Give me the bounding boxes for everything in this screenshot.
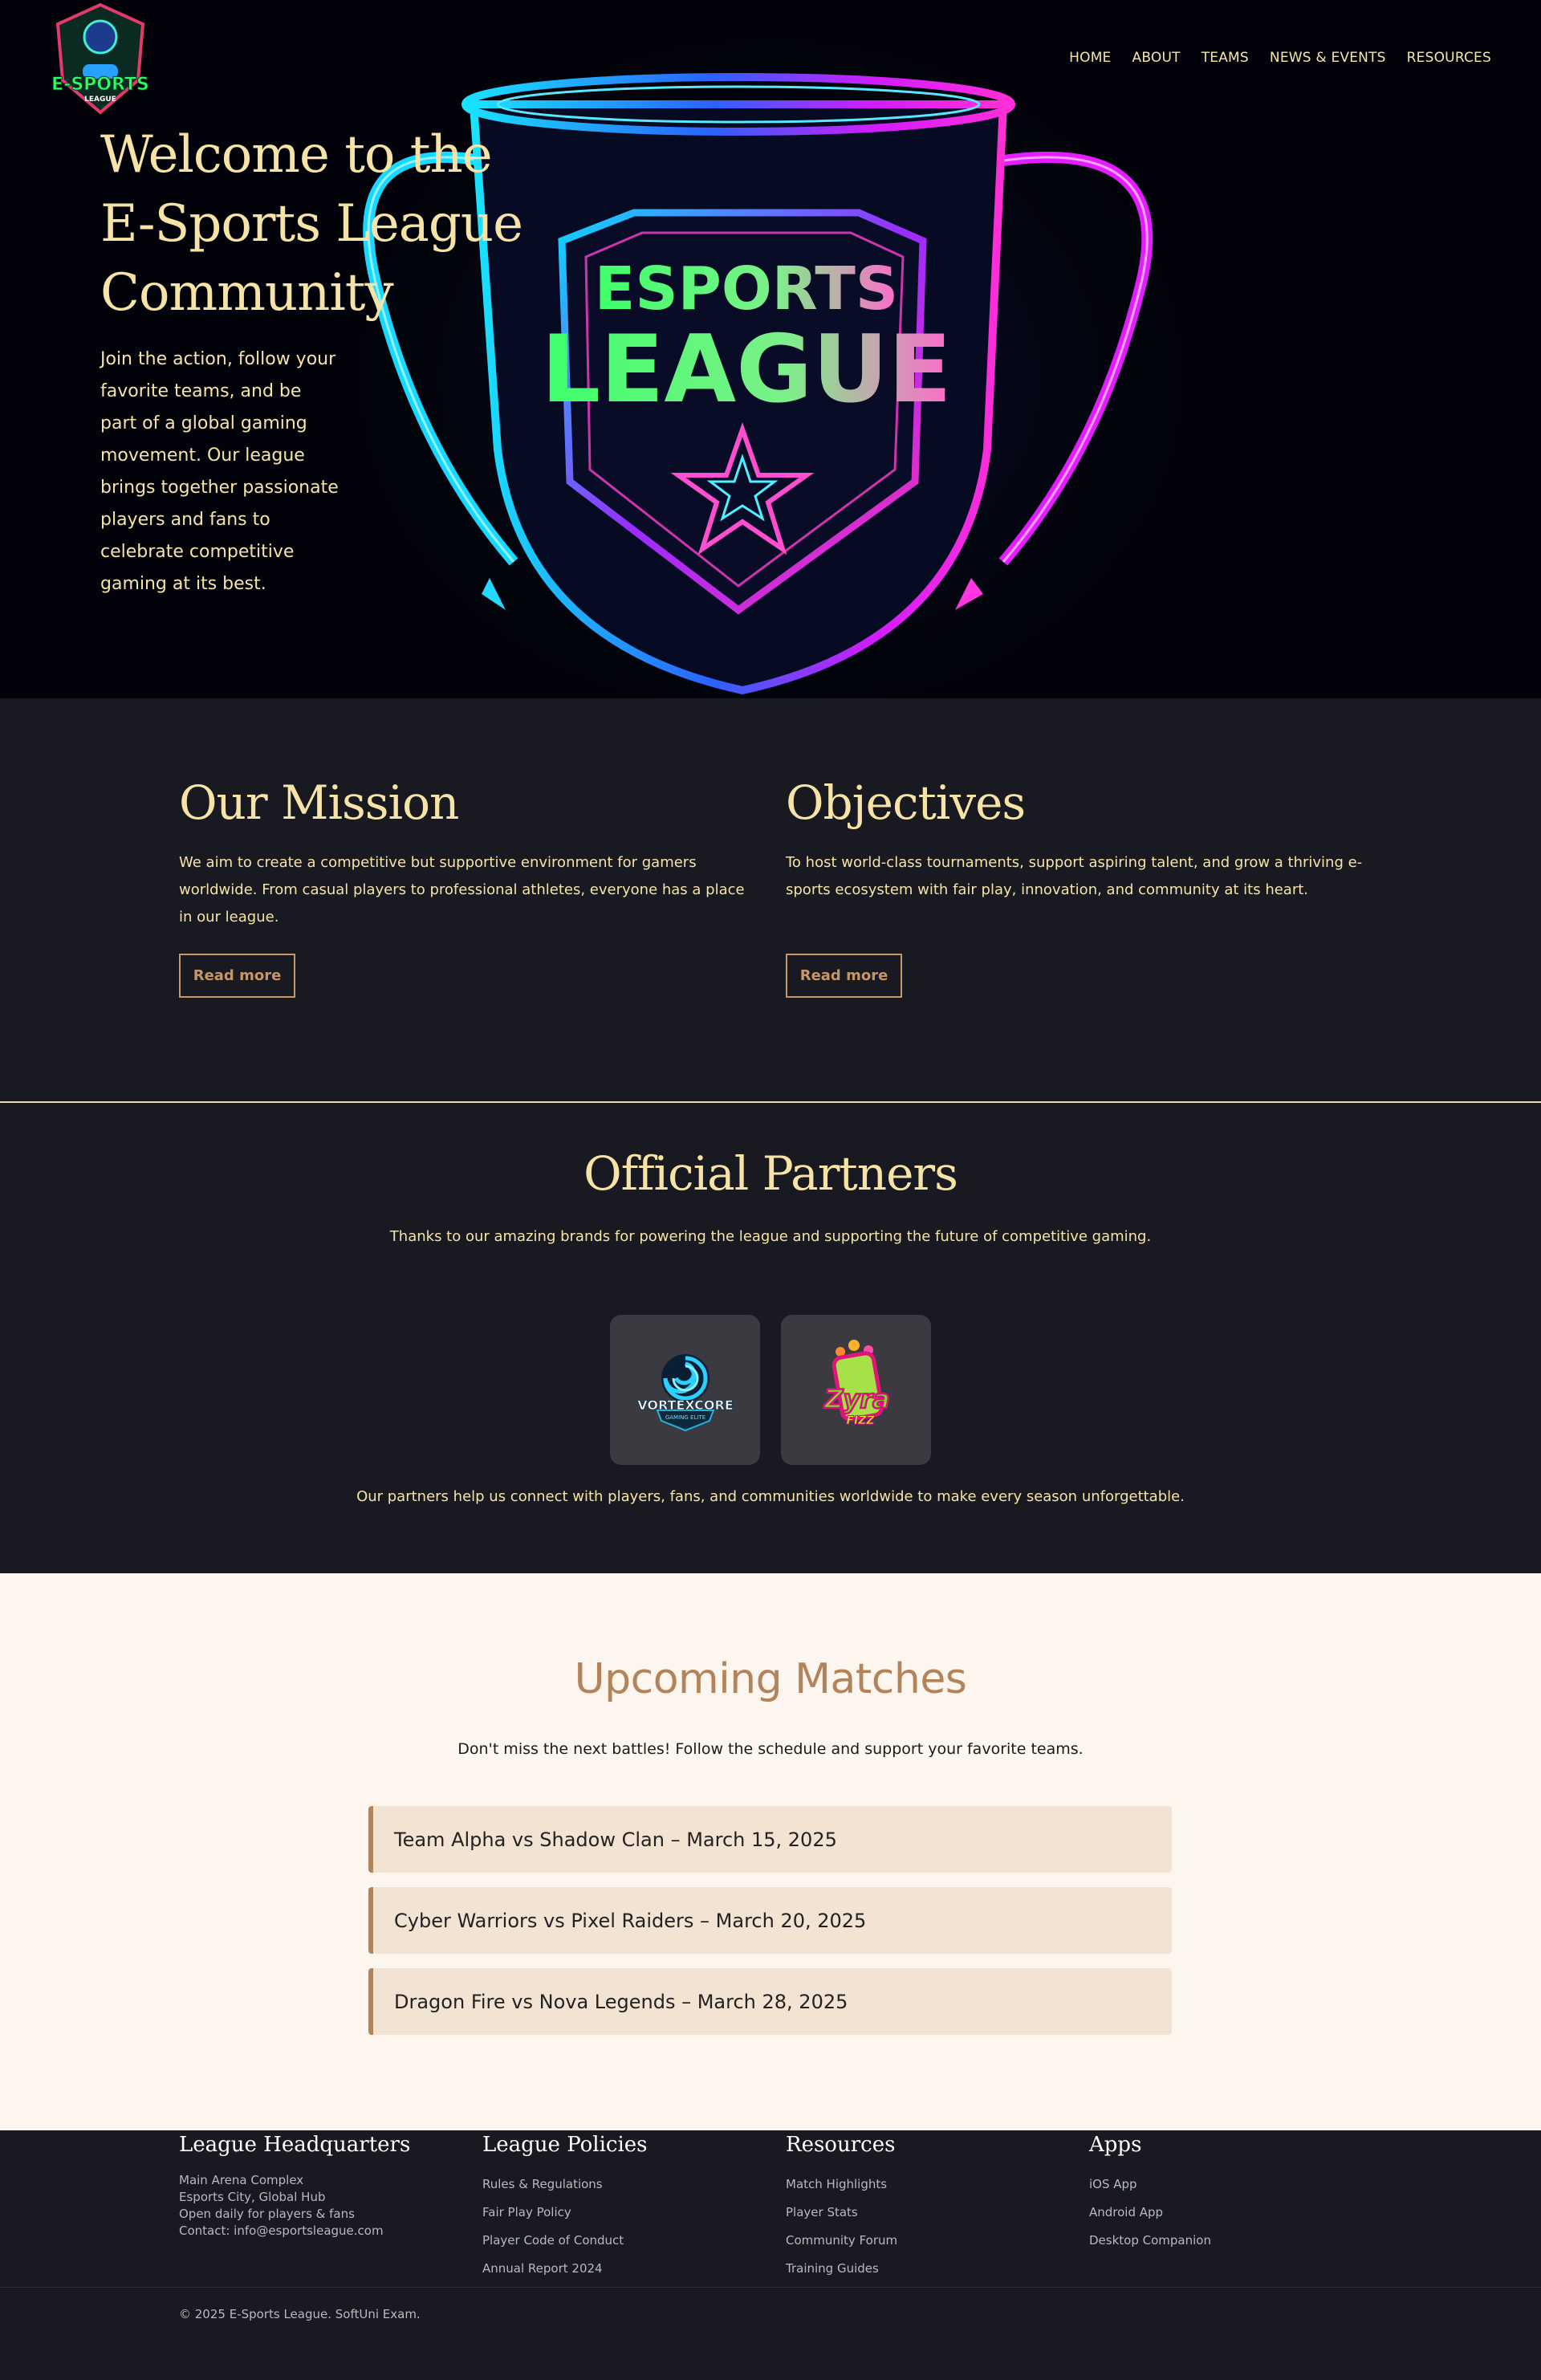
logo-subtext: LEAGUE <box>84 96 116 104</box>
partners-section: Official Partners Thanks to our amazing … <box>0 1103 1541 1573</box>
partners-subtitle: Thanks to our amazing brands for powerin… <box>389 1228 1152 1245</box>
footer-link[interactable]: Fair Play Policy <box>482 2199 747 2227</box>
footer-link[interactable]: Match Highlights <box>786 2170 1051 2199</box>
matches-section: Upcoming Matches Don't miss the next bat… <box>0 1573 1541 2130</box>
vortex-logo: VORTEXCORE GAMING ELITE <box>636 1353 734 1431</box>
footer-link[interactable]: Training Guides <box>786 2255 1051 2283</box>
match-item[interactable]: Team Alpha vs Shadow Clan – March 15, 20… <box>368 1806 1172 1873</box>
footer-link[interactable]: Player Code of Conduct <box>482 2227 747 2255</box>
objectives-read-more-button[interactable]: Read more <box>786 954 902 998</box>
mission-section: Our Mission We aim to create a competiti… <box>0 698 1541 1101</box>
objectives-title: Objectives <box>786 775 1026 830</box>
site-footer: League Headquarters Main Arena Complex E… <box>0 2130 1541 2380</box>
hero-section: ESPORTS LEAGUE E-SPORTS LEAGUE HOME ABOU… <box>0 0 1541 698</box>
match-item[interactable]: Dragon Fire vs Nova Legends – March 28, … <box>368 1968 1172 2035</box>
nav-news-events[interactable]: NEWS & EVENTS <box>1270 50 1386 66</box>
footer-hq-line: Open daily for players & fans <box>179 2207 355 2221</box>
footer-link[interactable]: Android App <box>1089 2199 1354 2227</box>
partner-card-vortexcore[interactable]: VORTEXCORE GAMING ELITE <box>610 1315 760 1465</box>
footer-policies-title: League Policies <box>482 2133 648 2157</box>
footer-apps: Apps iOS App Android App Desktop Compani… <box>1089 2130 1354 2255</box>
mission-title: Our Mission <box>179 775 459 830</box>
footer-hq-line: Main Arena Complex <box>179 2173 304 2187</box>
footer-hq-title: League Headquarters <box>179 2133 411 2157</box>
hero-text: Join the action, follow your favorite te… <box>100 349 339 594</box>
logo-text: E-SPORTS <box>51 75 149 95</box>
gamer-mascot-logo[interactable]: E-SPORTS LEAGUE <box>48 0 152 116</box>
footer-divider <box>0 2287 1541 2288</box>
partners-title: Official Partners <box>583 1146 958 1201</box>
hero-title: Welcome to the E-Sports League Community <box>100 125 523 323</box>
mission-text: We aim to create a competitive but suppo… <box>179 854 745 926</box>
main-nav: HOME ABOUT TEAMS NEWS & EVENTS RESOURCES <box>1069 50 1491 66</box>
soda-can-logo: Zyra FIZZ <box>823 1339 890 1427</box>
mission-read-more-button[interactable]: Read more <box>179 954 295 998</box>
partner-tagline-vortexcore: GAMING ELITE <box>665 1414 705 1421</box>
footer-link[interactable]: Annual Report 2024 <box>482 2255 747 2283</box>
footer-apps-title: Apps <box>1089 2133 1142 2157</box>
footer-hq: League Headquarters Main Arena Complex E… <box>179 2130 444 2240</box>
footer-hq-line: Esports City, Global Hub <box>179 2190 326 2204</box>
nav-about[interactable]: ABOUT <box>1132 50 1181 66</box>
footer-resources: Resources Match Highlights Player Stats … <box>786 2130 1051 2283</box>
footer-link[interactable]: iOS App <box>1089 2170 1354 2199</box>
match-item[interactable]: Cyber Warriors vs Pixel Raiders – March … <box>368 1887 1172 1954</box>
matches-title: Upcoming Matches <box>574 1655 967 1703</box>
trophy-art-top: ESPORTS <box>595 254 898 323</box>
partner-tagline-zyra: FIZZ <box>846 1414 875 1427</box>
mission-column: Our Mission We aim to create a competiti… <box>179 777 757 931</box>
nav-teams[interactable]: TEAMS <box>1201 50 1249 66</box>
partner-name-zyra: Zyra <box>823 1384 889 1414</box>
partner-card-zyra[interactable]: Zyra FIZZ <box>781 1315 931 1465</box>
footer-link[interactable]: Desktop Companion <box>1089 2227 1354 2255</box>
footer-link[interactable]: Community Forum <box>786 2227 1051 2255</box>
objectives-column: Objectives To host world-class tournamen… <box>786 777 1364 904</box>
partners-note: Our partners help us connect with player… <box>356 1488 1185 1505</box>
objectives-text: To host world-class tournaments, support… <box>786 854 1363 898</box>
nav-resources[interactable]: RESOURCES <box>1407 50 1491 66</box>
matches-subtitle: Don't miss the next battles! Follow the … <box>457 1740 1084 1758</box>
partner-name-vortexcore: VORTEXCORE <box>637 1397 734 1413</box>
footer-copyright: © 2025 E-Sports League. SoftUni Exam. <box>179 2307 421 2321</box>
footer-resources-title: Resources <box>786 2133 896 2157</box>
footer-link[interactable]: Rules & Regulations <box>482 2170 747 2199</box>
footer-policies: League Policies Rules & Regulations Fair… <box>482 2130 747 2283</box>
footer-link[interactable]: Player Stats <box>786 2199 1051 2227</box>
footer-hq-line: Contact: info@esportsleague.com <box>179 2223 384 2238</box>
trophy-art-bottom: LEAGUE <box>541 315 952 424</box>
nav-home[interactable]: HOME <box>1069 50 1111 66</box>
